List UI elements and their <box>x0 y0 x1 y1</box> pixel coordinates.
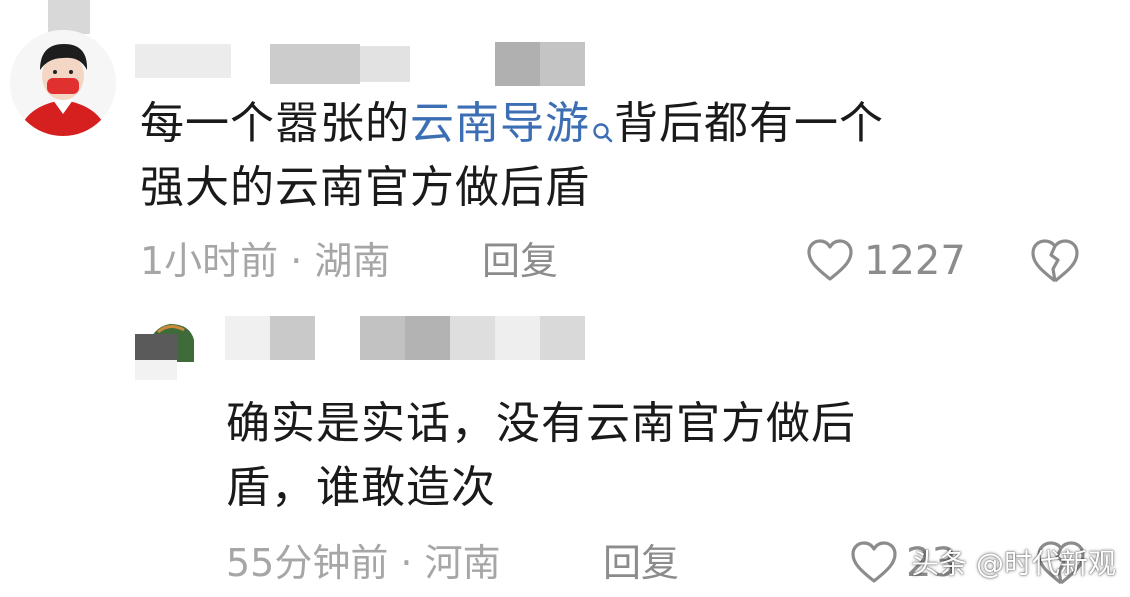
like-count: 1227 <box>864 238 966 284</box>
like-button[interactable]: 1227 <box>806 236 966 286</box>
badge-pixelated <box>540 42 585 86</box>
avatar-pixelated <box>135 334 177 360</box>
heart-outline-icon <box>850 540 898 588</box>
username-pixelated[interactable] <box>135 44 231 78</box>
username-pixelated[interactable] <box>225 316 270 360</box>
comment-text-line2: 强大的云南官方做后盾 <box>140 162 590 213</box>
broken-heart-icon[interactable] <box>1030 238 1080 288</box>
heart-outline-icon <box>806 238 854 286</box>
comment-text: 确实是实话，没有云南官方做后 <box>226 398 856 449</box>
username-pixelated <box>450 316 495 360</box>
username-pixelated <box>270 44 360 84</box>
comment-text-segment: 每一个嚣张的 <box>140 98 410 149</box>
timestamp-location: 55分钟前 · 河南 <box>226 541 501 585</box>
search-link[interactable]: 云南导游 <box>410 98 614 149</box>
search-icon <box>592 98 614 162</box>
reply-button[interactable]: 回复 <box>482 238 558 284</box>
username-pixelated <box>495 316 540 360</box>
comment-text-segment: 背后都有一个 <box>614 98 884 149</box>
username-pixelated <box>360 316 405 360</box>
timestamp-location: 1小时前 · 湖南 <box>140 239 391 283</box>
avatar-illustration <box>10 30 116 136</box>
username-pixelated <box>360 46 410 82</box>
watermark: 头条 @时代新观 <box>911 547 1116 580</box>
search-link-label: 云南导游 <box>410 98 590 149</box>
comment-text-line2: 盾，谁敢造次 <box>226 462 496 513</box>
avatar-pixelated <box>135 360 177 380</box>
pixelated-block <box>48 0 90 34</box>
reply-button[interactable]: 回复 <box>603 540 679 586</box>
avatar[interactable] <box>10 30 116 136</box>
username-pixelated <box>270 316 315 360</box>
username-pixelated <box>540 316 585 360</box>
username-pixelated <box>405 316 450 360</box>
comment-text: 每一个嚣张的云南导游 背后都有一个 <box>140 92 884 162</box>
